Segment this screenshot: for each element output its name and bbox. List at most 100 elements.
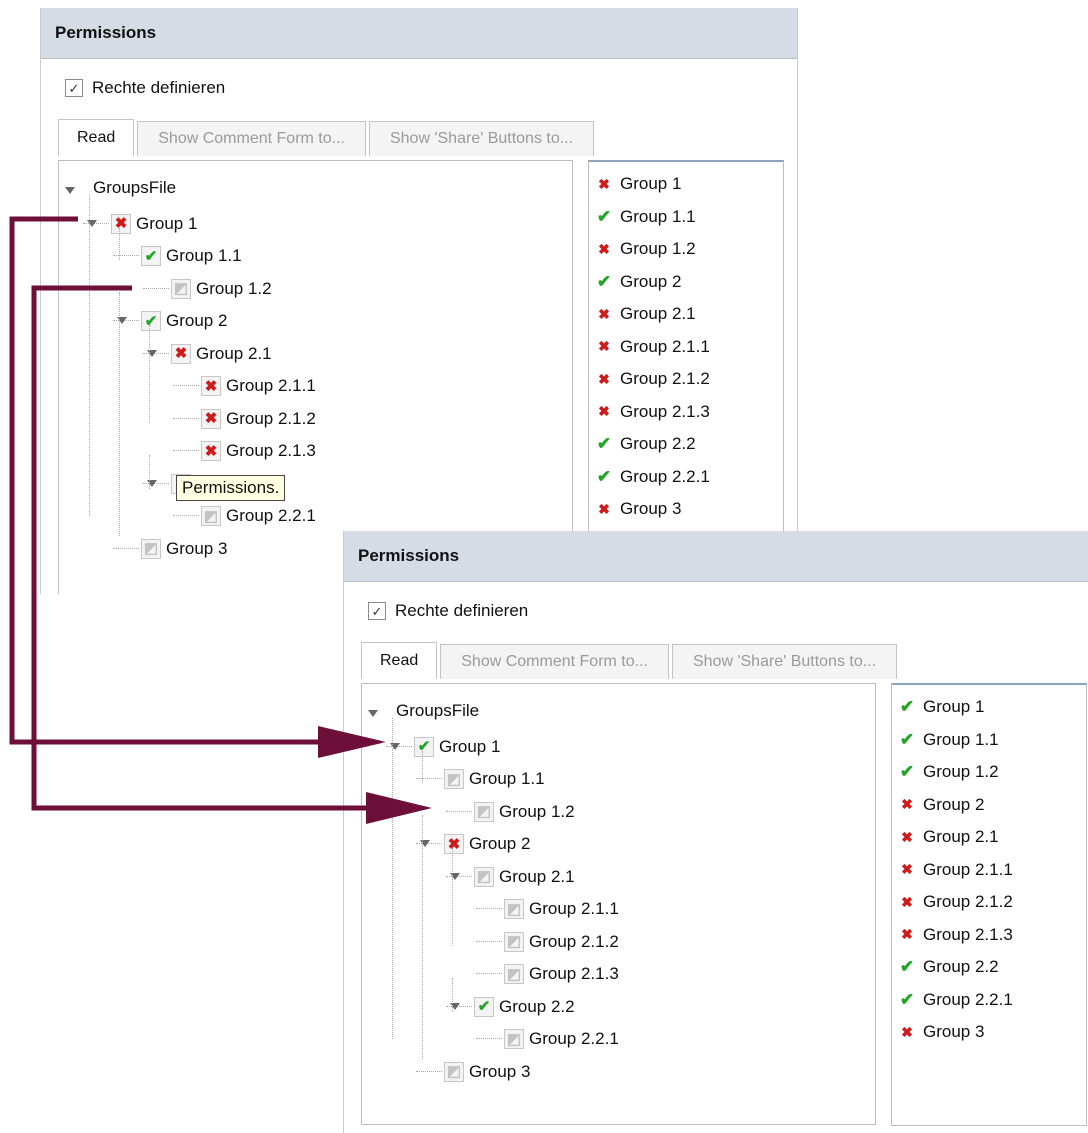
define-rights-checkbox-row[interactable]: ✓ Rechte definieren [368,600,528,622]
cross-icon: ✖ [901,828,913,845]
list-item[interactable]: ✖ Group 2.1.2 [892,886,1086,919]
tree-node[interactable]: ✔ Group 1 [414,733,500,761]
tree-node[interactable]: ✖ Group 2 [444,830,530,858]
inherit-icon[interactable]: ◩ [444,769,464,789]
tree-node[interactable]: ◩ Group 2.1.1 [504,895,619,923]
check-icon[interactable]: ✓ [368,602,386,620]
tree-node-label: Group 2 [166,311,228,330]
list-item[interactable]: ✖ Group 2.1 [892,821,1086,854]
tree-root[interactable]: GroupsFile [396,701,479,721]
tree-node[interactable]: ✔ Group 2 [141,307,227,335]
tab-show-comment-form[interactable]: Show Comment Form to... [137,121,366,156]
tree-connector [476,973,502,974]
list-item[interactable]: ✔ Group 1 [892,691,1086,724]
inherit-icon[interactable]: ◩ [141,538,161,559]
cross-icon[interactable]: ✖ [111,213,131,234]
list-item[interactable]: ✖ Group 2.1.3 [892,919,1086,952]
panel-header: Permissions [344,531,1088,582]
check-icon[interactable]: ✔ [414,736,434,757]
tree-node[interactable]: ◩ Group 2.1 [474,863,575,891]
list-item[interactable]: ✔ Group 2 [589,266,783,299]
tree-connector [119,228,120,260]
checkbox-label: Rechte definieren [395,601,529,620]
list-item[interactable]: ✖ Group 3 [892,1016,1086,1049]
list-item-label: Group 1 [620,174,682,194]
list-item[interactable]: ✔ Group 1.1 [589,201,783,234]
tree-connector [143,287,169,289]
tree-connector [476,940,502,942]
tree-node[interactable]: ✔ Group 1.1 [141,242,242,270]
list-item[interactable]: ✖ Group 2.1.1 [589,331,783,364]
cross-icon[interactable]: ✖ [201,376,221,396]
list-item[interactable]: ✖ Group 2.1.2 [589,363,783,396]
list-item[interactable]: ✖ Group 1.2 [589,233,783,266]
list-item[interactable]: ✔ Group 2.2.1 [892,984,1086,1017]
check-icon[interactable]: ✔ [141,246,161,266]
inherit-icon[interactable]: ◩ [171,278,191,299]
cross-icon: ✖ [598,500,610,517]
tree-connector [476,908,502,909]
list-item[interactable]: ✖ Group 2.1.1 [892,854,1086,887]
define-rights-checkbox-row[interactable]: ✓ Rechte definieren [65,77,225,99]
check-icon[interactable]: ✓ [65,79,83,97]
list-item[interactable]: ✔ Group 2.2.1 [589,461,783,494]
cross-icon: ✖ [598,370,610,387]
tree-node[interactable]: ✖ Group 2.1 [171,340,272,368]
cross-icon[interactable]: ✖ [171,343,191,364]
list-item[interactable]: ✖ Group 1 [589,168,783,201]
check-icon: ✔ [596,466,612,486]
tree-connector [173,417,199,419]
tree-node[interactable]: ◩ Group 3 [141,535,227,563]
list-item[interactable]: ✖ Group 3 [589,493,783,526]
tree-connector [173,450,199,451]
tree-node[interactable]: ✖ Group 2.1.3 [201,437,316,465]
list-item[interactable]: ✖ Group 2 [892,789,1086,822]
tree-node[interactable]: ◩ Group 1.2 [171,275,272,303]
cross-icon[interactable]: ✖ [201,408,221,429]
effective-permissions-list: ✖ Group 1 ✔ Group 1.1 ✖ Group 1.2 ✔ Group 2 ✖ Gro… [588,160,784,594]
tab-show-share-buttons[interactable]: Show 'Share' Buttons to... [671,644,898,679]
tree-node[interactable]: ✖ Group 1 [111,210,197,238]
list-item[interactable]: ✖ Group 2.1 [589,298,783,331]
list-item[interactable]: ✔ Group 2.2 [589,428,783,461]
tree-node[interactable]: ✖ Group 2.1.1 [201,372,316,400]
tooltip: Permissions. [176,475,286,501]
tree-connector [452,848,453,946]
inherit-icon[interactable]: ◩ [504,931,524,952]
tree-node[interactable]: ◩ Group 1.1 [444,765,545,793]
collapse-arrow-icon[interactable] [368,710,378,717]
tree-node-label: Group 3 [469,1061,531,1081]
cross-icon[interactable]: ✖ [201,441,221,461]
list-item[interactable]: ✔ Group 1.1 [892,724,1086,757]
cross-icon[interactable]: ✖ [444,834,464,854]
list-item[interactable]: ✔ Group 1.2 [892,756,1086,789]
collapse-arrow-icon[interactable] [65,187,75,194]
inherit-icon[interactable]: ◩ [504,964,524,984]
inherit-icon[interactable]: ◩ [504,1029,524,1049]
tree-node[interactable]: ◩ Group 2.2.1 [504,1025,619,1053]
tree-node[interactable]: ◩ Group 2.1.2 [504,928,619,956]
list-item[interactable]: ✖ Group 2.1.3 [589,396,783,429]
tree-node[interactable]: ◩ Group 3 [444,1058,530,1086]
list-item[interactable]: ✔ Group 2.2 [892,951,1086,984]
inherit-icon[interactable]: ◩ [504,899,524,919]
tree-node[interactable]: ◩ Group 2.2.1 [201,502,316,530]
check-icon[interactable]: ✔ [141,311,161,331]
tab-bar: Read Show Comment Form to... Show 'Share… [361,642,900,679]
tab-show-share-buttons[interactable]: Show 'Share' Buttons to... [368,121,595,156]
tab-show-comment-form[interactable]: Show Comment Form to... [440,644,669,679]
check-icon[interactable]: ✔ [474,996,494,1017]
tree-root[interactable]: GroupsFile [93,178,176,198]
inherit-icon[interactable]: ◩ [444,1061,464,1082]
tree-node[interactable]: ◩ Group 1.2 [474,798,575,826]
tree-node-label: Group 2.1 [499,866,575,886]
inherit-icon[interactable]: ◩ [201,506,221,526]
inherit-icon[interactable]: ◩ [474,866,494,887]
tree-node[interactable]: ✖ Group 2.1.2 [201,405,316,433]
tree-node[interactable]: ◩ Group 2.1.3 [504,960,619,988]
tab-read[interactable]: Read [361,642,438,679]
tree-node[interactable]: ✔Group 2.2 [474,993,575,1021]
inherit-icon[interactable]: ◩ [474,801,494,822]
tab-read[interactable]: Read [58,119,135,156]
tree-node-label: Group 2.1 [196,343,272,363]
